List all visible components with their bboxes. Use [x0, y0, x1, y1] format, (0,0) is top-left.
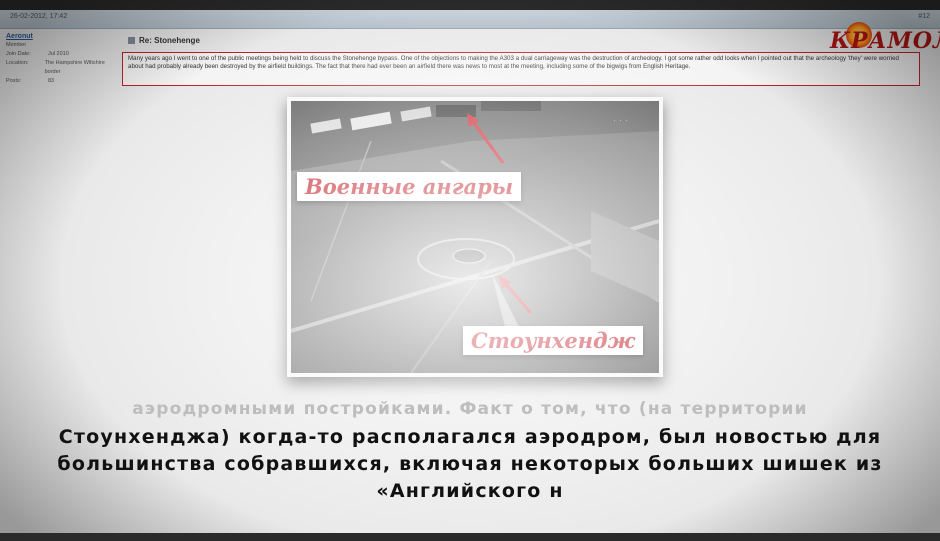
location-row: Location: The Hampshire Wiltshire border: [6, 60, 105, 75]
svg-text:. . .: . . .: [613, 117, 628, 123]
post-date: 26-02-2012, 17:42: [10, 13, 68, 20]
user-info: Aeronut Member Join Date: Jul 2010 Locat…: [6, 32, 116, 86]
post-header-bar: 26-02-2012, 17:42 #12: [0, 10, 940, 29]
bottom-letterbox: [0, 533, 940, 541]
posts-row: Posts: 83: [6, 78, 55, 84]
join-date-row: Join Date: Jul 2010: [6, 51, 69, 57]
post-icon: [128, 37, 135, 45]
subtitle-line-2: большинства собравшихся, включая некотор…: [57, 453, 883, 475]
stonehenge-label: Стоунхендж: [463, 326, 644, 355]
post-number: #12: [918, 13, 930, 20]
user-rank: Member: [6, 42, 27, 48]
post-title: Re: Stonehenge: [128, 36, 200, 45]
subtitle-line-1: Стоунхенджа) когда-то располагался аэрод…: [58, 426, 882, 448]
kramola-logo: КРАМОЛА: [812, 20, 940, 68]
post-body-highlight: Many years ago I went to one of the publ…: [122, 52, 920, 86]
top-letterbox: [0, 0, 940, 10]
logo-text: КРАМОЛА: [830, 28, 940, 54]
subtitle-line-3: «Английского н: [376, 480, 564, 502]
username-link[interactable]: Aeronut: [6, 32, 116, 41]
subtitle-faded-line: аэродромными постройками. Факт о том, чт…: [132, 399, 808, 419]
hangars-label: Военные ангары: [297, 172, 522, 201]
